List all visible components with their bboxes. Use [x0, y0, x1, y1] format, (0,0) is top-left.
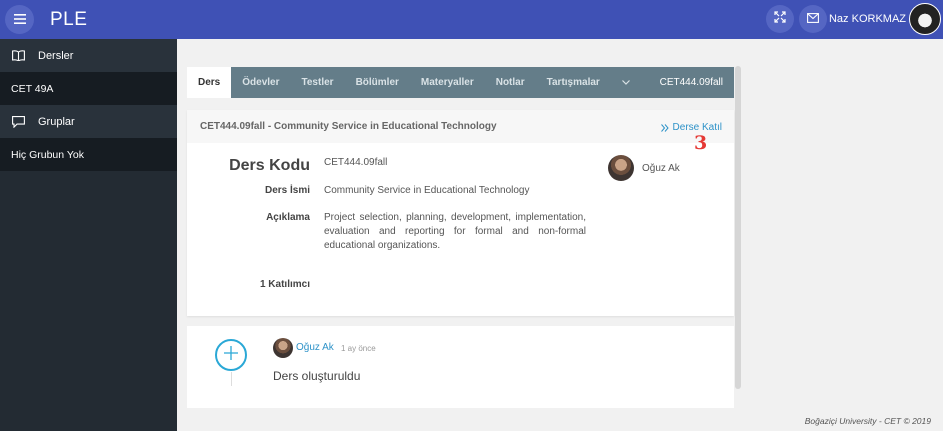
sidebar-item-label: CET 49A: [11, 82, 54, 95]
timeline-line: [231, 372, 232, 386]
add-post-button[interactable]: [215, 339, 247, 371]
course-info-card: CET444.09fall - Community Service in Edu…: [187, 110, 734, 316]
sidebar-item-label: Gruplar: [38, 115, 75, 128]
messages-button[interactable]: [799, 5, 827, 33]
sidebar: Dersler CET 49A Gruplar Hiç Grubun Yok: [0, 39, 177, 431]
sidebar-item-groups[interactable]: Gruplar: [0, 105, 177, 138]
sidebar-item-courses[interactable]: Dersler: [0, 39, 177, 72]
activity-timeline: Oğuz Ak 1 ay önce Ders oluşturuldu: [187, 326, 734, 408]
scrollbar[interactable]: [735, 66, 741, 389]
instructor-name: Oğuz Ak: [642, 162, 680, 174]
tab-odevler[interactable]: Ödevler: [231, 67, 290, 98]
course-code-label: Ders Kodu: [229, 157, 310, 174]
tab-bolumler[interactable]: Bölümler: [345, 67, 410, 98]
menu-button[interactable]: [5, 5, 34, 34]
sidebar-item-label: Hiç Grubun Yok: [11, 148, 84, 161]
tab-testler[interactable]: Testler: [291, 67, 345, 98]
sidebar-item-no-groups: Hiç Grubun Yok: [0, 138, 177, 171]
post-text: Ders oluşturuldu: [273, 369, 361, 383]
tab-notlar[interactable]: Notlar: [485, 67, 536, 98]
tab-materyaller[interactable]: Materyaller: [410, 67, 485, 98]
course-heading: CET444.09fall - Community Service in Edu…: [187, 110, 734, 143]
course-description-value: Project selection, planning, development…: [324, 212, 586, 251]
course-name-value: Community Service in Educational Technol…: [324, 185, 530, 196]
instructor[interactable]: Oğuz Ak: [608, 155, 680, 181]
hamburger-icon: [13, 11, 26, 29]
course-tabs: Ders Ödevler Testler Bölümler Materyalle…: [187, 67, 734, 98]
envelope-icon: [807, 10, 819, 28]
top-bar: PLE Naz KORKMAZ: [0, 0, 943, 39]
expand-icon: [774, 10, 786, 28]
chevron-down-icon: [621, 77, 630, 88]
tab-tartismalar[interactable]: Tartışmalar: [536, 67, 611, 98]
course-code-value: CET444.09fall: [324, 157, 388, 168]
participant-count[interactable]: 1 Katılımcı: [200, 279, 310, 290]
user-name[interactable]: Naz KORKMAZ: [829, 13, 906, 25]
chat-bubble-icon: [12, 115, 26, 128]
sidebar-item-label: Dersler: [38, 49, 74, 62]
tabs-more-dropdown[interactable]: [611, 67, 641, 98]
fullscreen-button[interactable]: [766, 5, 794, 33]
sidebar-item-cet-49a[interactable]: CET 49A: [0, 72, 177, 105]
plus-icon: [224, 345, 238, 365]
annotation-number: 3: [694, 132, 708, 154]
course-name-label: Ders İsmi: [264, 185, 310, 196]
footer-copyright: Boğaziçi University - CET © 2019: [804, 416, 931, 426]
user-avatar[interactable]: [909, 3, 941, 35]
app-title: PLE: [50, 9, 88, 30]
post-author-avatar: [273, 338, 293, 358]
double-chevron-right-icon: [660, 123, 669, 132]
join-course-link[interactable]: Derse Katıl: [660, 122, 722, 133]
tab-course-code: CET444.09fall: [659, 77, 723, 88]
tab-ders[interactable]: Ders: [187, 67, 232, 98]
instructor-avatar: [608, 155, 634, 181]
book-icon: [12, 50, 26, 61]
post-author-name[interactable]: Oğuz Ak: [296, 342, 334, 353]
course-description-label: Açıklama: [266, 212, 310, 223]
post-timestamp: 1 ay önce: [341, 344, 376, 353]
